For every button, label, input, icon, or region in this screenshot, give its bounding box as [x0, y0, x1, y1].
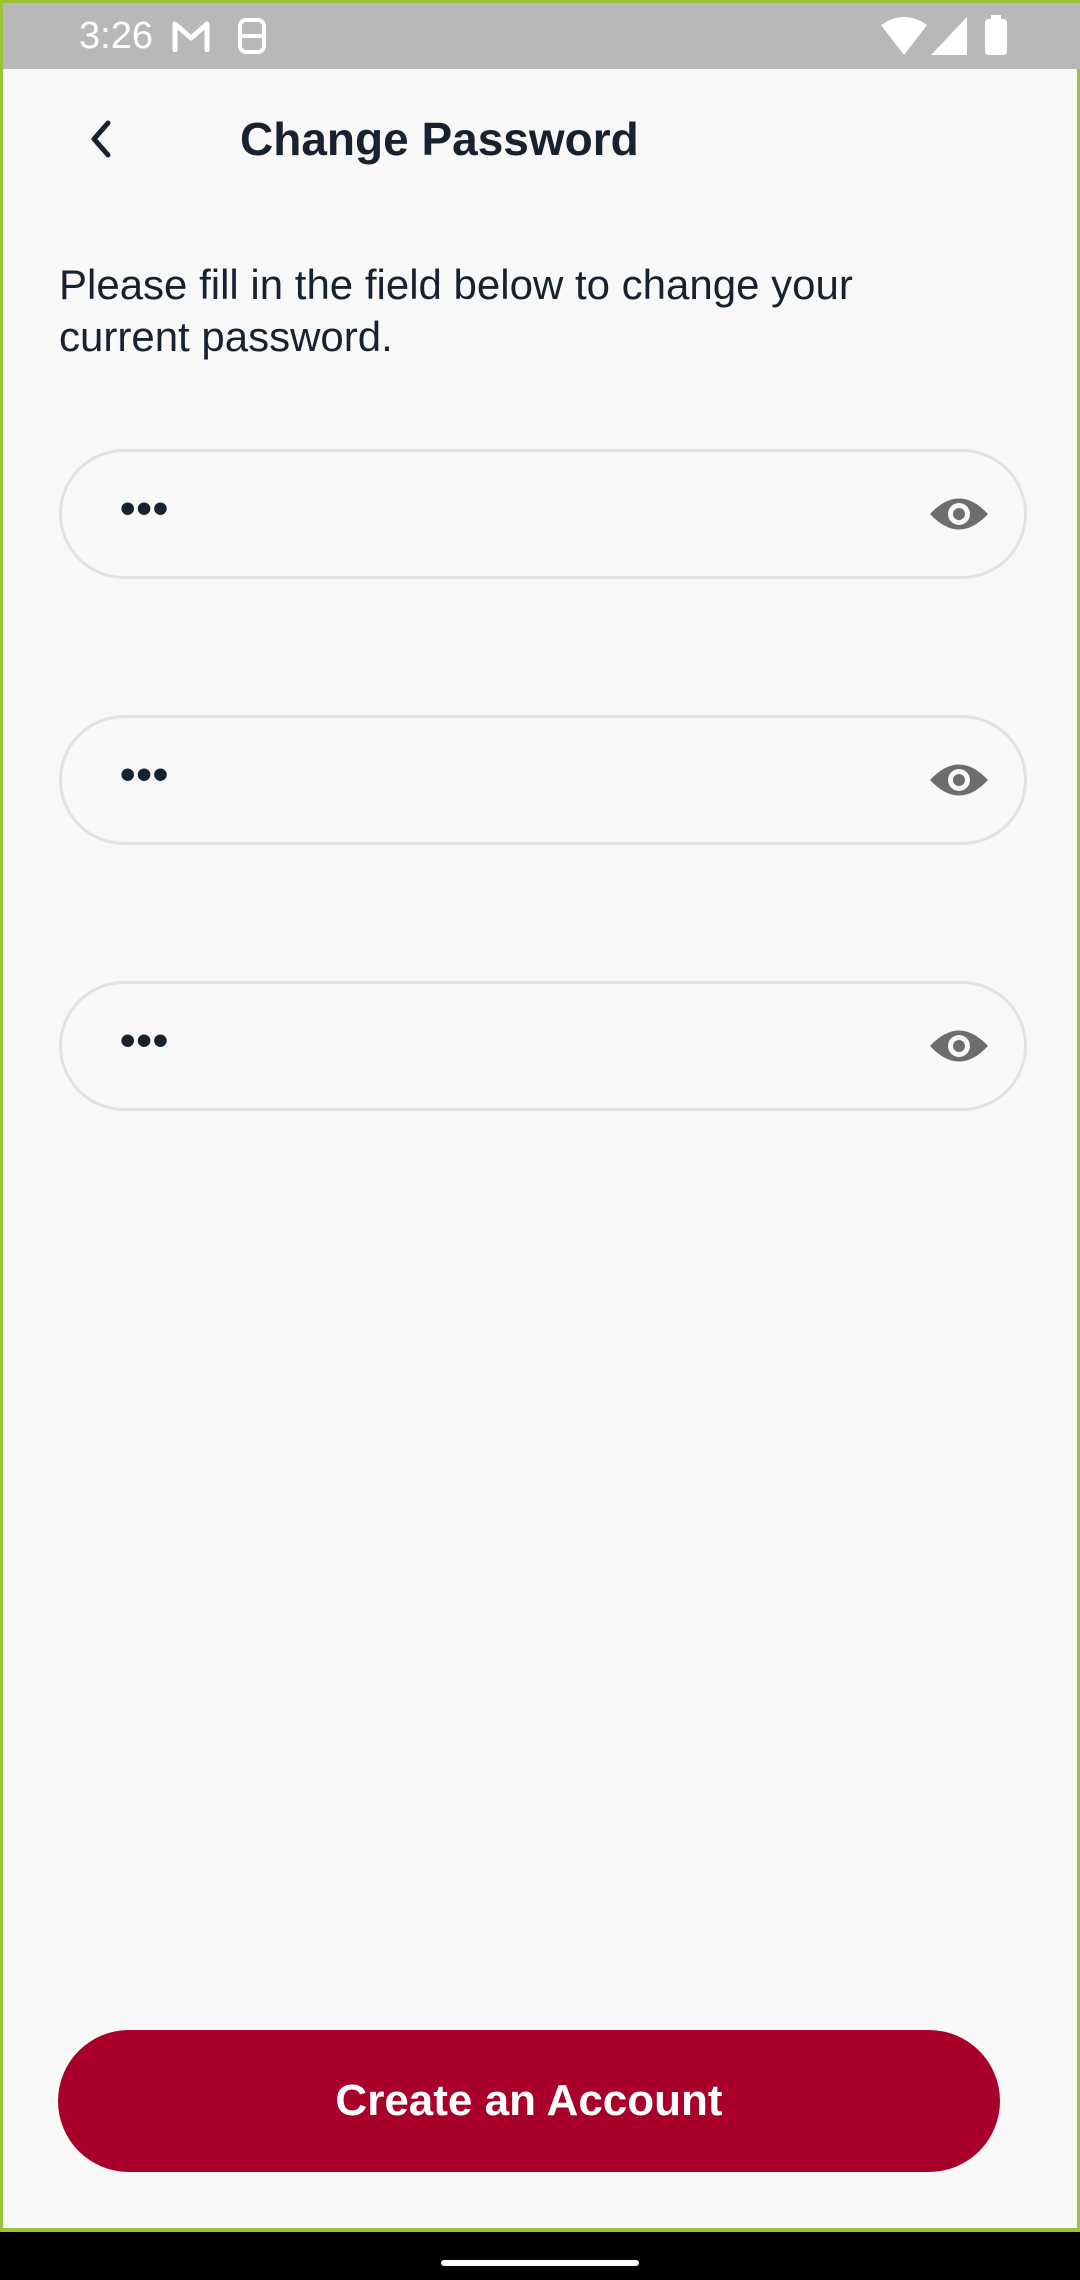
current-password-field[interactable]: •••: [59, 449, 1027, 579]
app-screen: 3:26 Change Password Please fill in the …: [0, 0, 1080, 2232]
password-value: •••: [120, 750, 170, 799]
toggle-visibility-button[interactable]: [928, 1021, 990, 1071]
wifi-icon: [881, 17, 927, 60]
toggle-visibility-button[interactable]: [928, 755, 990, 805]
password-value: •••: [120, 484, 170, 533]
chevron-left-icon: [91, 120, 111, 158]
signal-icon: [931, 17, 967, 60]
instruction-line-1: Please fill in the field below to change…: [59, 261, 853, 308]
status-bar: 3:26: [3, 3, 1080, 69]
app-bar: Change Password: [3, 69, 1080, 207]
instruction-text: Please fill in the field below to change…: [59, 259, 1019, 363]
confirm-password-field[interactable]: •••: [59, 981, 1027, 1111]
toggle-visibility-button[interactable]: [928, 489, 990, 539]
status-time: 3:26: [79, 15, 153, 57]
new-password-field[interactable]: •••: [59, 715, 1027, 845]
gmail-icon: [171, 20, 211, 57]
navigation-bar: [0, 2232, 1080, 2280]
password-value: •••: [120, 1016, 170, 1065]
sim-alert-icon: [237, 17, 267, 60]
battery-icon: [985, 15, 1007, 60]
page-title: Change Password: [240, 113, 639, 165]
back-button[interactable]: [71, 109, 131, 169]
eye-icon: [930, 498, 988, 530]
eye-icon: [930, 1030, 988, 1062]
eye-icon: [930, 764, 988, 796]
instruction-line-2: current password.: [59, 313, 393, 360]
home-indicator[interactable]: [441, 2260, 639, 2266]
create-account-button[interactable]: Create an Account: [58, 2030, 1000, 2172]
